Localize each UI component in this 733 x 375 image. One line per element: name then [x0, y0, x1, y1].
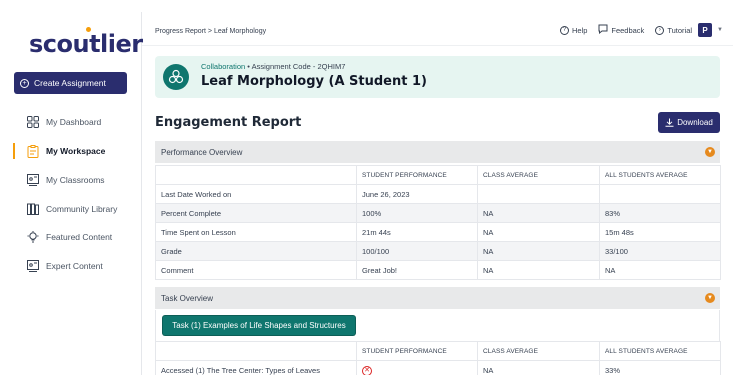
expert-icon	[27, 260, 39, 272]
all-cell: NA	[599, 260, 721, 280]
help-link[interactable]: Help	[572, 26, 587, 35]
table-row: Last Date Worked on June 26, 2023	[155, 184, 721, 204]
create-assignment-button[interactable]: + Create Assignment	[14, 72, 127, 94]
table-row: Time Spent on Lesson 21m 44s NA 15m 48s	[155, 222, 721, 242]
tutorial-link[interactable]: Tutorial	[667, 26, 692, 35]
student-cell: June 26, 2023	[356, 184, 478, 204]
classroom-icon	[27, 174, 39, 186]
sidebar-item-dashboard[interactable]: My Dashboard	[0, 112, 141, 132]
dashboard-icon	[27, 116, 39, 128]
sidebar-item-classrooms[interactable]: My Classrooms	[0, 170, 141, 190]
feedback-icon[interactable]	[598, 24, 608, 36]
assignment-banner: Collaboration • Assignment Code - 2QHIM7…	[155, 56, 720, 98]
workspace-icon	[27, 144, 39, 158]
play-icon[interactable]: ›	[655, 25, 665, 35]
chevron-down-icon[interactable]: ▼	[705, 147, 715, 157]
avatar[interactable]: P	[698, 23, 713, 37]
sidebar-item-community-library[interactable]: Community Library	[0, 199, 141, 219]
table-header-row: STUDENT PERFORMANCE CLASS AVERAGE ALL ST…	[155, 165, 721, 185]
row-label: Grade	[155, 241, 357, 261]
page-title: Engagement Report	[155, 115, 302, 130]
sidebar-item-label: Expert Content	[46, 261, 103, 271]
class-cell: NA	[477, 260, 600, 280]
chevron-down-icon[interactable]: ▼	[717, 27, 723, 33]
student-cell: ✕	[356, 360, 478, 375]
sidebar-item-expert-content[interactable]: Expert Content	[0, 256, 141, 276]
x-circle-icon: ✕	[362, 365, 372, 375]
sidebar-item-label: My Classrooms	[46, 175, 105, 185]
breadcrumb[interactable]: Progress Report > Leaf Morphology	[155, 28, 266, 35]
table-header-cell: STUDENT PERFORMANCE	[356, 165, 478, 185]
table-header-cell: STUDENT PERFORMANCE	[356, 341, 478, 361]
row-label: Percent Complete	[155, 203, 357, 223]
table-header-cell	[155, 341, 357, 361]
row-label: Comment	[155, 260, 357, 280]
top-strip	[0, 0, 733, 12]
row-label[interactable]: Accessed (1) The Tree Center: Types of L…	[155, 360, 357, 375]
section-title: Task Overview	[161, 293, 214, 303]
table-header-cell: CLASS AVERAGE	[477, 165, 600, 185]
section-title: Performance Overview	[161, 147, 243, 157]
class-cell: NA	[477, 241, 600, 261]
row-label: Time Spent on Lesson	[155, 222, 357, 242]
all-cell: 33/100	[599, 241, 721, 261]
table-row: Percent Complete 100% NA 83%	[155, 203, 721, 223]
student-cell: 100%	[356, 203, 478, 223]
scoutlier-logo[interactable]: scoutlier	[29, 27, 143, 58]
class-cell	[477, 184, 600, 204]
class-cell: NA	[477, 203, 600, 223]
assignment-meta: Collaboration • Assignment Code - 2QHIM7	[201, 62, 345, 71]
collaboration-icon	[163, 64, 189, 90]
table-row: Accessed (1) The Tree Center: Types of L…	[155, 360, 721, 375]
task-overview-header[interactable]: Task Overview ▼	[155, 287, 720, 309]
logo-dot	[86, 27, 91, 32]
download-icon	[665, 118, 674, 127]
meta-separator: •	[247, 62, 250, 71]
performance-table: STUDENT PERFORMANCE CLASS AVERAGE ALL ST…	[155, 165, 721, 280]
download-button[interactable]: Download	[658, 112, 720, 133]
table-header-cell: CLASS AVERAGE	[477, 341, 600, 361]
table-row: Grade 100/100 NA 33/100	[155, 241, 721, 261]
table-header-row: STUDENT PERFORMANCE CLASS AVERAGE ALL ST…	[155, 341, 721, 361]
feedback-link[interactable]: Feedback	[611, 26, 644, 35]
student-cell: 21m 44s	[356, 222, 478, 242]
sidebar-item-label: My Workspace	[46, 146, 106, 156]
student-cell: 100/100	[356, 241, 478, 261]
header-divider	[142, 45, 733, 46]
table-header-cell: ALL STUDENTS AVERAGE	[599, 341, 721, 361]
task-button[interactable]: Task (1) Examples of Life Shapes and Str…	[163, 316, 355, 335]
performance-overview-header[interactable]: Performance Overview ▼	[155, 141, 720, 163]
all-cell: 15m 48s	[599, 222, 721, 242]
library-icon	[27, 203, 39, 215]
assignment-code: Assignment Code - 2QHIM7	[251, 62, 346, 71]
assignment-title: Leaf Morphology (A Student 1)	[201, 74, 427, 89]
create-assignment-label: Create Assignment	[34, 78, 106, 88]
download-label: Download	[677, 118, 713, 127]
chevron-down-icon[interactable]: ▼	[705, 293, 715, 303]
logo-text: scoutlier	[29, 30, 143, 58]
all-cell: 33%	[599, 360, 721, 375]
top-right-toolbar: ? Help Feedback › Tutorial P ▼	[559, 23, 723, 37]
featured-icon	[27, 231, 39, 243]
sidebar-item-workspace[interactable]: My Workspace	[0, 141, 141, 161]
table-row: Comment Great Job! NA NA	[155, 260, 721, 280]
table-header-cell: ALL STUDENTS AVERAGE	[599, 165, 721, 185]
sidebar-item-label: Featured Content	[46, 232, 113, 242]
assignment-category: Collaboration	[201, 62, 246, 71]
plus-icon: +	[20, 78, 29, 88]
student-cell: Great Job!	[356, 260, 478, 280]
table-header-cell	[155, 165, 357, 185]
row-label: Last Date Worked on	[155, 184, 357, 204]
sidebar-item-label: Community Library	[46, 204, 118, 214]
class-cell: NA	[477, 360, 600, 375]
help-icon[interactable]: ?	[559, 25, 569, 35]
all-cell	[599, 184, 721, 204]
sidebar-item-label: My Dashboard	[46, 117, 102, 127]
sidebar-item-featured-content[interactable]: Featured Content	[0, 227, 141, 247]
class-cell: NA	[477, 222, 600, 242]
all-cell: 83%	[599, 203, 721, 223]
task-table: STUDENT PERFORMANCE CLASS AVERAGE ALL ST…	[155, 341, 721, 375]
sidebar: scoutlier + Create Assignment My Dashboa…	[0, 12, 143, 375]
